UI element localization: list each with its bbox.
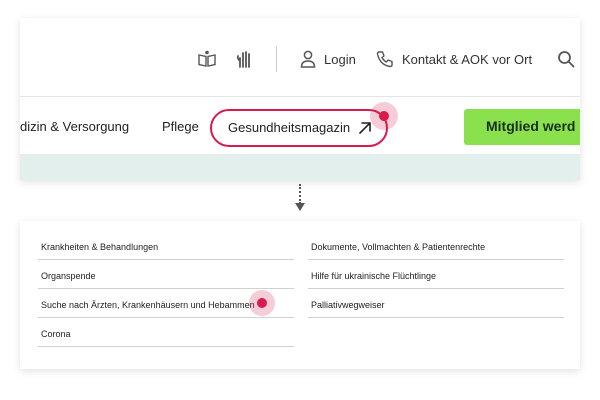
contact-link[interactable]: Kontakt & AOK vor Ort: [376, 48, 532, 70]
main-nav: dizin & Versorgung Pflege Gesundheitsmag…: [20, 96, 580, 154]
nav-item-gesundheitsmagazin-label: Gesundheitsmagazin: [228, 120, 351, 135]
menu-item-ukraine-hilfe[interactable]: Hilfe für ukrainische Flüchtlinge: [308, 260, 564, 289]
connector-arrowhead-icon: [295, 203, 305, 211]
search-icon[interactable]: [557, 48, 575, 70]
connector-dotted-line: [299, 184, 301, 204]
menu-item-corona[interactable]: Corona: [38, 318, 294, 347]
click-indicator-dot: [257, 298, 267, 308]
user-icon: [300, 50, 316, 68]
utility-bar: Login Kontakt & AOK vor Ort: [20, 18, 580, 96]
menu-item-krankheiten[interactable]: Krankheiten & Behandlungen: [38, 231, 294, 260]
dropdown-menu: Krankheiten & Behandlungen Organspende S…: [20, 221, 580, 369]
hint-band: [20, 154, 580, 180]
nav-item-medizin-versorgung[interactable]: dizin & Versorgung: [20, 119, 129, 134]
login-label: Login: [324, 51, 356, 67]
menu-item-organspende[interactable]: Organspende: [38, 260, 294, 289]
contact-label: Kontakt & AOK vor Ort: [402, 51, 533, 67]
menu-item-dokumente[interactable]: Dokumente, Vollmachten & Patientenrechte: [308, 231, 564, 260]
header-card: Login Kontakt & AOK vor Ort dizin & Vers…: [20, 18, 580, 180]
click-indicator-dot: [379, 111, 389, 121]
external-link-arrow-icon: [358, 121, 372, 140]
utility-separator: [276, 46, 277, 72]
nav-item-gesundheitsmagazin[interactable]: Gesundheitsmagazin: [210, 109, 388, 147]
login-link[interactable]: Login: [300, 48, 356, 70]
menu-column-left: Krankheiten & Behandlungen Organspende S…: [38, 231, 294, 347]
easy-language-book-icon[interactable]: [197, 48, 217, 70]
menu-column-right: Dokumente, Vollmachten & Patientenrechte…: [308, 231, 564, 318]
phone-icon: [376, 50, 394, 68]
member-button[interactable]: Mitglied werd: [464, 109, 580, 145]
menu-item-palliativwegweiser[interactable]: Palliativwegweiser: [308, 289, 564, 318]
nav-item-pflege[interactable]: Pflege: [162, 119, 199, 134]
sign-language-icon[interactable]: [236, 48, 254, 70]
